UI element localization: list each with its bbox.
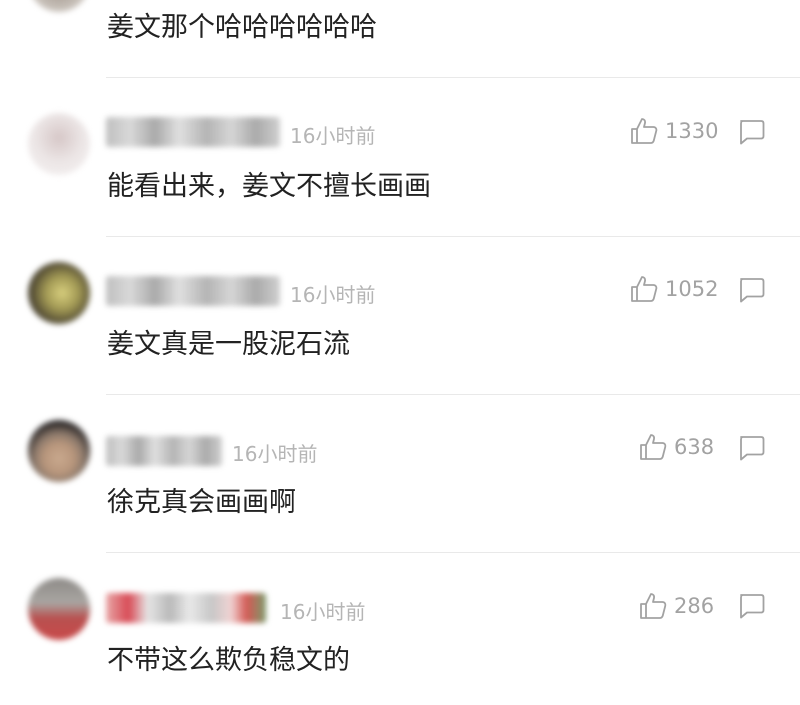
- thumbs-up-icon: [631, 276, 658, 302]
- username[interactable]: [106, 593, 266, 623]
- comment-time: 16小时前: [290, 124, 376, 148]
- avatar[interactable]: [28, 420, 90, 482]
- divider: [106, 77, 800, 78]
- avatar[interactable]: [28, 113, 90, 175]
- comment-text: 姜文真是一股泥石流: [107, 329, 350, 360]
- thumbs-up-icon: [640, 434, 667, 460]
- comment-time: 16小时前: [232, 442, 318, 466]
- comment-text: 徐克真会画画啊: [107, 487, 296, 518]
- like-button[interactable]: 638: [638, 430, 714, 464]
- comment-time: 16小时前: [280, 600, 366, 624]
- divider: [106, 394, 800, 395]
- avatar[interactable]: [28, 262, 90, 324]
- comment-bubble-icon[interactable]: [736, 275, 766, 305]
- like-button[interactable]: 286: [638, 589, 714, 623]
- comment-text: 能看出来，姜文不擅长画画: [107, 171, 431, 202]
- avatar[interactable]: [28, 0, 90, 12]
- like-count: 638: [674, 435, 715, 459]
- comment-text: 姜文那个哈哈哈哈哈哈: [107, 12, 377, 43]
- like-button[interactable]: 1330: [629, 114, 718, 148]
- comment-bubble-icon[interactable]: [736, 117, 766, 147]
- avatar[interactable]: [28, 578, 90, 640]
- like-button[interactable]: 1052: [629, 272, 718, 306]
- username[interactable]: [106, 436, 222, 466]
- thumbs-up-icon: [640, 593, 667, 619]
- divider: [106, 236, 800, 237]
- divider: [106, 552, 800, 553]
- username[interactable]: [106, 117, 280, 147]
- like-count: 286: [674, 594, 715, 618]
- like-count: 1330: [665, 119, 719, 143]
- like-count: 1052: [665, 277, 719, 301]
- comment-bubble-icon[interactable]: [736, 433, 766, 463]
- username[interactable]: [106, 276, 280, 306]
- comment-text: 不带这么欺负稳文的: [107, 645, 350, 676]
- comment-bubble-icon[interactable]: [736, 591, 766, 621]
- thumbs-up-icon: [631, 118, 658, 144]
- comment-time: 16小时前: [290, 283, 376, 307]
